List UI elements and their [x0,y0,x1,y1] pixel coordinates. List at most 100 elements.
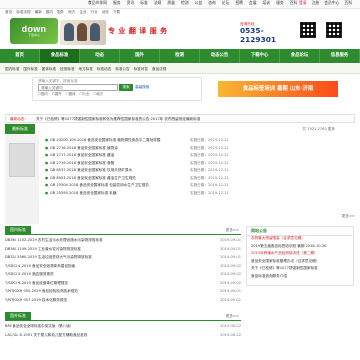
top-link[interactable]: 法规 [154,0,162,5]
top-link[interactable]: 服务 [113,0,121,5]
top-link[interactable]: 培训 [263,0,271,5]
search-button[interactable]: 搜索 [119,84,133,91]
list-item[interactable]: CAC/GL 8-1991 关于婴儿和幼儿配方辅助食品准则 2019-08-22 [5,333,241,342]
standard-title[interactable]: GB 8953-2018 食品安全国家标准 酱油生产卫生规范 [50,176,190,184]
main-nav-item[interactable]: 食品论坛 [280,49,320,63]
search-scope-option[interactable]: ☐行业 [79,92,89,97]
notice-item[interactable]: 关于《已检修》等1077项强制性国家标准 [247,266,353,274]
training-ad-banner[interactable]: 食品标签培训 暑期 山东·济南 [218,81,338,97]
standard-title[interactable]: BRC食品安全全球标准中英文版（第八版） [5,324,201,333]
standard-title[interactable]: GB 2719-2018 食品安全国家标准 食醋 [50,161,190,169]
top-link[interactable]: 百科 [290,0,298,5]
standard-title[interactable]: GB 2717-2018 食品安全国家标准 酱油 [50,153,190,161]
top-link[interactable]: 服务 [276,0,284,5]
sub-nav-item[interactable]: 国内标准 [5,67,19,71]
top-link[interactable]: 公益 [195,0,203,5]
list-item[interactable]: T/SDCI 6-2019 食品经营单位管理规范 2019-09-02 [5,281,241,290]
sub-nav-item[interactable]: 食品法规 [152,67,166,71]
sub-nav-item[interactable]: 团体标准 [42,67,56,71]
quick-link[interactable]: 动态 [102,10,109,14]
notice-item[interactable]: 食品标准咨询服务介绍 [247,274,353,282]
sub-nav-item[interactable]: 标准问答 [134,67,148,71]
list-item[interactable]: DB32/ 3560-2019 生活垃圾焚烧大气污染物排放标准 2019-09-0… [5,255,241,264]
list-item[interactable]: T/SDCI 4-2019 食品安全追溯体系建设指南 2019-09-02 [5,264,241,273]
notice-item[interactable]: 农药最大残留限量（征求意见稿） [247,236,353,244]
list-item[interactable]: BRC食品安全全球标准中英文版（第八版） 2019-08-22 [5,324,241,333]
main-nav-item[interactable]: 检测 [160,49,200,63]
foreign-more-link[interactable]: 更多>> [226,314,239,318]
latest-tab[interactable]: 最新标准 [5,124,35,134]
standard-title[interactable]: T/SDCI 5-2019 酒店服务规范 [5,272,201,281]
list-item[interactable]: ● GB 25595-2018 食品安全国家标准 乳糖 实施日期：2019-12-2… [45,191,295,199]
list-item[interactable]: ● GB 23200.109-2018 食品安全国家标准 植物源性食品中二氯吡啶酸… [45,138,295,146]
site-logo[interactable]: down 下载中心 [10,18,58,44]
account-link[interactable]: 会员中心 [324,0,339,5]
main-nav-item[interactable]: 下载中心 [240,49,280,63]
main-nav-item[interactable]: 信息服务 [320,49,360,63]
standard-title[interactable]: T/SDCI 6-2019 食品经营单位管理规范 [5,281,201,290]
top-link[interactable]: 质量 [167,0,175,5]
quick-link[interactable]: 下载 [113,10,120,14]
notice-item[interactable]: 食品安全国家标准管理办法（征求意见稿） [247,259,353,267]
standard-title[interactable]: DB36/ 1149-2019 工业废水铊污染物排放标准 [5,247,201,256]
advanced-search-link[interactable]: 高级搜索 [135,85,149,89]
list-item[interactable]: DB36/ 1102-2019 农村生活污水处理设施水污染物排放标准 2019-0… [5,238,241,247]
domestic-more-link[interactable]: 更多>> [226,228,239,232]
sub-nav-item[interactable]: 地方标准 [79,67,93,71]
standard-title[interactable]: T/NTJGXH 057-2019 技术化服务规范 [5,298,201,307]
foreign-title[interactable]: 国外标准 [5,312,31,321]
quick-link[interactable]: 标准法规 [16,10,30,14]
notice-text[interactable]: 关于《已检修》等1077项强制性国家标准转化为推荐性国家标准的公告 2017年 … [36,117,200,121]
top-link[interactable]: 咨询 [208,0,216,5]
standard-title[interactable]: GB 23200.109-2018 食品安全国家标准 植物源性食品中二氯吡啶酸 [50,138,190,146]
quick-link[interactable]: 地方 [68,10,75,14]
main-nav-item[interactable]: 动态公告 [200,49,240,63]
standard-title[interactable]: DB36/ 1102-2019 农村生活污水处理设施水污染物排放标准 [5,238,201,247]
sub-nav-item[interactable]: 检测标准 [60,67,74,71]
list-item[interactable]: ● GB 2717-2018 食品安全国家标准 酱油 实施日期：2019-12-21 [45,153,295,161]
standard-title[interactable]: CAC/GL 8-1991 关于婴儿和幼儿配方辅助食品准则 [5,333,201,342]
list-item[interactable]: ● GB 2716-2018 食品安全国家标准 植物油 实施日期：2019-12-2… [45,146,295,154]
domestic-title[interactable]: 国内标准 [5,226,31,235]
standard-title[interactable]: T/NTJGXH 055-2019 食品检验检测技术规范 [5,289,201,298]
sub-nav-item[interactable]: 国外标准 [23,67,37,71]
quick-link[interactable]: 首页 [5,10,12,14]
top-link[interactable]: 标准 [140,0,148,5]
top-link[interactable]: 招聘 [235,0,243,5]
list-item[interactable]: T/NTJGXH 057-2019 技术化服务规范 2019-09-01 [5,298,241,307]
main-nav-item[interactable]: 首页 [0,49,40,63]
list-item[interactable]: T/NTJGXH 055-2019 食品检验检测技术规范 2019-09-01 [5,289,241,298]
top-link[interactable]: 食品伙伴网 [88,0,107,5]
list-item[interactable]: T/SDCI 5-2019 酒店服务规范 2019-09-02 [5,272,241,281]
sub-nav-item[interactable]: 标准公告 [115,67,129,71]
quick-link[interactable]: 企业 [79,10,86,14]
standard-title[interactable]: GB 8537-2018 食品安全国家标准 饮用天然矿泉水 [50,168,190,176]
account-link[interactable]: 登录 [299,0,307,5]
standard-title[interactable]: GB 2716-2018 食品安全国家标准 植物油 [50,146,190,154]
search-input[interactable] [38,84,118,91]
list-item[interactable]: ● GB 2719-2018 食品安全国家标准 食醋 实施日期：2019-12-21 [45,161,295,169]
latest-more-link[interactable]: 更多>> [342,214,355,218]
account-link[interactable]: 百科 [344,0,352,5]
search-scope-option[interactable]: ☐地方 [93,92,103,97]
list-item[interactable]: ● GB 8953-2018 食品安全国家标准 酱油生产卫生规范 实施日期：2019… [45,176,295,184]
sub-nav-item[interactable]: 标准动态 [97,67,111,71]
standard-title[interactable]: T/SDCI 4-2019 食品安全追溯体系建设指南 [5,264,201,273]
list-item[interactable]: DB36/ 1149-2019 工业废水铊污染物排放标准 2019-09-01 [5,247,241,256]
main-nav-item[interactable]: 食品标准 [40,49,80,63]
quick-link[interactable]: 行业 [91,10,98,14]
top-link[interactable]: 论坛 [222,0,230,5]
quick-link[interactable]: 最新 [35,10,42,14]
standard-title[interactable]: GB 25595-2018 食品安全国家标准 乳糖 [50,191,190,199]
standard-title[interactable]: GB 19304-2018 食品安全国家标准 包装饮用水生产卫生规范 [50,183,190,191]
top-link[interactable]: 会展 [249,0,257,5]
search-scope-option[interactable]: ☐国外 [52,92,62,97]
list-item[interactable]: ● GB 8537-2018 食品安全国家标准 饮用天然矿泉水 实施日期：2019-… [45,168,295,176]
quick-link[interactable]: 国外 [57,10,64,14]
account-link[interactable]: 注册 [312,0,320,5]
main-nav-item[interactable]: 动态 [80,49,120,63]
search-scope-option[interactable]: ☐国内 [38,92,48,97]
search-scope-option[interactable]: ☐团体 [66,92,76,97]
standard-title[interactable]: DB32/ 3560-2019 生活垃圾焚烧大气污染物排放标准 [5,255,201,264]
notice-item[interactable]: 2019第五届食品标签培训班 暑期 2018-10-30 [247,244,353,252]
